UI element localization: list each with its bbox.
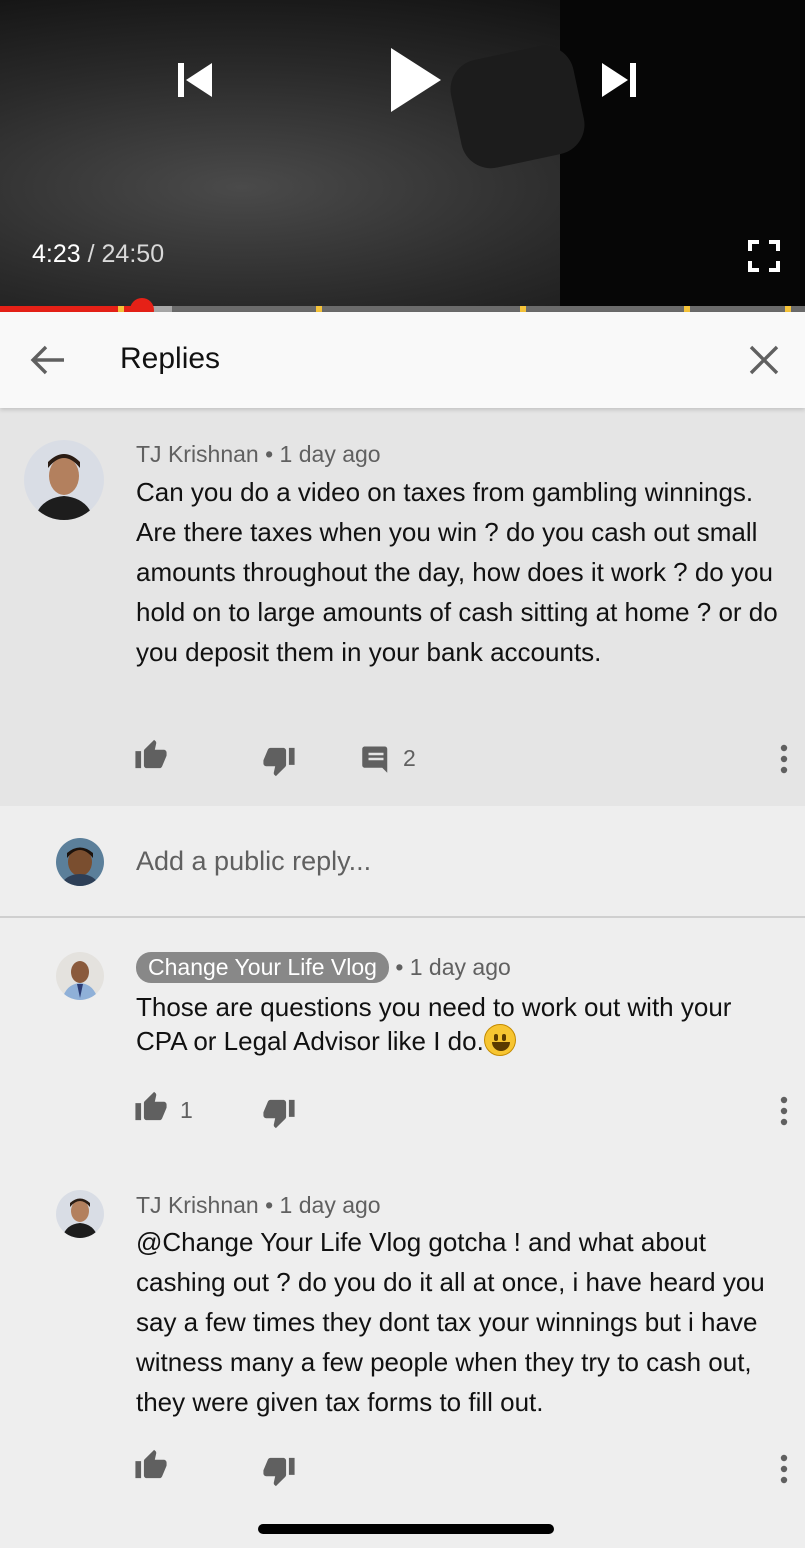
home-indicator[interactable] [258, 1524, 554, 1534]
dislike-icon[interactable] [262, 1098, 296, 1130]
grinning-face-emoji-icon [483, 1024, 516, 1056]
previous-icon[interactable] [168, 54, 220, 106]
user-avatar [56, 838, 104, 886]
current-time: 4:23 [32, 240, 81, 268]
more-options-icon[interactable] [774, 1454, 794, 1484]
close-icon[interactable] [744, 340, 784, 380]
fullscreen-icon[interactable] [744, 236, 784, 276]
avatar[interactable] [56, 952, 104, 1000]
comment-text: Can you do a video on taxes from gamblin… [136, 477, 778, 667]
main-comment: TJ Krishnan • 1 day ago Can you do a vid… [0, 408, 805, 806]
next-icon[interactable] [594, 54, 646, 106]
dislike-icon[interactable] [262, 1456, 296, 1488]
time-display: 4:23 / 24:50 [32, 240, 164, 269]
comment-text: Those are questions you need to work out… [136, 991, 786, 1058]
back-arrow-icon[interactable] [26, 340, 70, 380]
comment-age: • 1 day ago [395, 954, 511, 980]
play-icon[interactable] [378, 40, 448, 120]
channel-owner-badge[interactable]: Change Your Life Vlog [136, 952, 389, 983]
reply-input[interactable]: Add a public reply... [136, 846, 371, 877]
like-icon[interactable] [134, 738, 168, 770]
time-separator: / [87, 240, 95, 268]
replies-header: Replies [0, 312, 805, 408]
like-count: 1 [180, 1097, 193, 1123]
comment-meta: TJ Krishnan • 1 day ago [136, 1192, 381, 1219]
comment-age: • 1 day ago [265, 441, 381, 467]
comment-age: • 1 day ago [265, 1192, 381, 1218]
avatar[interactable] [24, 440, 104, 520]
comment-meta: Change Your Life Vlog • 1 day ago [136, 952, 511, 983]
like-icon[interactable] [134, 1090, 168, 1122]
comment-author[interactable]: TJ Krishnan [136, 441, 259, 467]
comment-text-content: Those are questions you need to work out… [136, 992, 732, 1056]
avatar[interactable] [56, 1190, 104, 1238]
add-reply-box[interactable]: Add a public reply... [0, 806, 805, 918]
reply-icon[interactable] [360, 744, 392, 774]
duration: 24:50 [101, 240, 165, 268]
more-options-icon[interactable] [774, 744, 794, 774]
like-icon[interactable] [134, 1448, 168, 1480]
comment-text: @Change Your Life Vlog gotcha ! and what… [136, 1227, 765, 1417]
scrubber-handle[interactable] [130, 298, 154, 312]
video-player[interactable]: 4:23 / 24:50 [0, 0, 805, 312]
comment-author[interactable]: TJ Krishnan [136, 1192, 259, 1218]
more-options-icon[interactable] [774, 1096, 794, 1126]
page-title: Replies [120, 342, 221, 375]
comment-meta: TJ Krishnan • 1 day ago [136, 441, 381, 468]
dislike-icon[interactable] [262, 746, 296, 778]
reply-count: 2 [403, 745, 416, 771]
